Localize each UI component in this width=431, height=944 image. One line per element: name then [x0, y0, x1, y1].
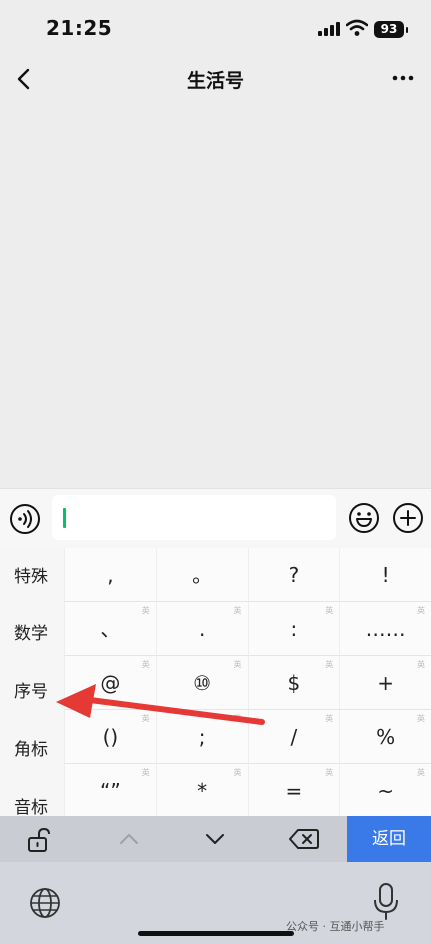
symbol-key[interactable]: …… 英 [339, 602, 431, 656]
key-language-tag: 英 [141, 714, 150, 723]
symbol-key[interactable]: $ 英 [247, 656, 340, 710]
navigation-bar: 生活号 [0, 56, 431, 102]
key-language-tag: 英 [325, 606, 334, 615]
add-icon[interactable] [392, 502, 424, 534]
key-language-tag: 英 [325, 768, 334, 777]
symbol-key[interactable]: + 英 [339, 656, 431, 710]
key-language-tag: 英 [233, 714, 242, 723]
voice-input-icon[interactable] [9, 503, 41, 535]
watermark-text: 公众号 · 互通小帮手 [286, 920, 385, 933]
unlock-icon[interactable] [24, 827, 54, 853]
symbol-category-list: 特殊 数学 序号 角标 音标 [0, 548, 64, 816]
microphone-icon[interactable] [372, 882, 400, 922]
key-language-tag: 英 [325, 660, 334, 669]
category-superscript[interactable]: 角标 [0, 730, 64, 770]
return-button[interactable]: 返回 [347, 816, 431, 862]
chevron-down-icon[interactable] [202, 830, 228, 848]
category-special[interactable]: 特殊 [0, 557, 64, 597]
cellular-signal-icon [318, 22, 340, 36]
message-input[interactable] [52, 495, 336, 540]
symbol-key[interactable]: ? [247, 548, 340, 602]
symbol-key[interactable]: ! [339, 548, 431, 602]
symbol-key[interactable]: @ 英 [64, 656, 156, 710]
keyboard-toolbar: 返回 [0, 816, 431, 862]
symbol-key[interactable]: = 英 [247, 764, 340, 816]
symbol-key[interactable]: () 英 [64, 710, 156, 764]
text-cursor [63, 508, 66, 528]
more-options-icon[interactable] [391, 68, 415, 88]
page-title: 生活号 [186, 70, 244, 92]
symbol-key[interactable]: ; 英 [155, 710, 248, 764]
key-language-tag: 英 [141, 606, 150, 615]
key-language-tag: 英 [233, 606, 242, 615]
symbol-key[interactable]: % 英 [339, 710, 431, 764]
symbol-key[interactable]: ~ 英 [339, 764, 431, 816]
symbol-key[interactable]: 。 [155, 548, 248, 602]
chevron-up-icon[interactable] [116, 830, 142, 848]
category-math[interactable]: 数学 [0, 614, 64, 654]
home-indicator [138, 931, 294, 936]
symbol-key[interactable]: * 英 [155, 764, 248, 816]
key-language-tag: 英 [417, 714, 425, 723]
status-time: 21:25 [46, 16, 113, 40]
backspace-icon[interactable] [288, 827, 320, 851]
symbol-grid: , 。 ? ! 、英 .英 :英 …… 英 @ 英 ⑩英 $ 英 + 英 () 英 ; 英 … [64, 548, 431, 816]
key-language-tag: 英 [233, 660, 242, 669]
category-phonetic[interactable]: 音标 [0, 788, 64, 816]
symbol-key[interactable]: .英 [155, 602, 248, 656]
wifi-icon [346, 19, 368, 36]
message-input-bar [0, 488, 431, 548]
symbol-key[interactable]: / 英 [247, 710, 340, 764]
category-serial-number[interactable]: 序号 [0, 672, 64, 712]
key-language-tag: 英 [141, 660, 150, 669]
key-language-tag: 英 [233, 768, 242, 777]
globe-icon[interactable] [28, 886, 62, 920]
symbol-key[interactable]: , [64, 548, 156, 602]
symbol-key[interactable]: “” 英 [64, 764, 156, 816]
key-language-tag: 英 [417, 606, 425, 615]
symbol-keyboard: 特殊 数学 序号 角标 音标 , 。 ? ! 、英 .英 :英 …… 英 @ 英 ⑩… [0, 548, 431, 944]
key-language-tag: 英 [325, 714, 334, 723]
key-language-tag: 英 [417, 660, 425, 669]
symbol-key[interactable]: :英 [247, 602, 340, 656]
symbol-key[interactable]: 、英 [64, 602, 156, 656]
key-language-tag: 英 [417, 768, 425, 777]
battery-icon: 93 [374, 21, 408, 38]
status-bar: 21:25 93 [0, 0, 431, 56]
symbol-key[interactable]: ⑩英 [155, 656, 248, 710]
key-language-tag: 英 [141, 768, 150, 777]
emoji-icon[interactable] [348, 502, 380, 534]
